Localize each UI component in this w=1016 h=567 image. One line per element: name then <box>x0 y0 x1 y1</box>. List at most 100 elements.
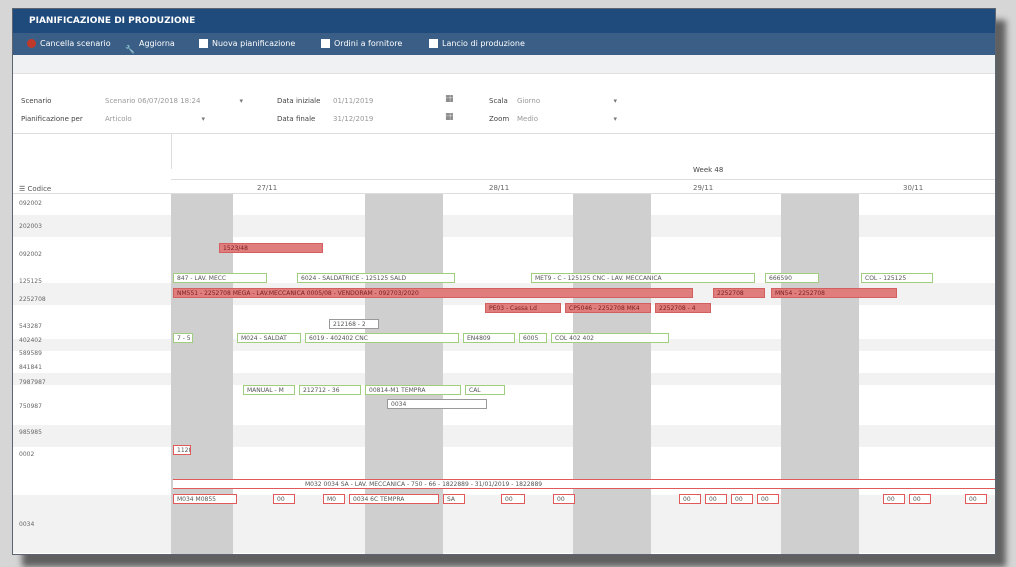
order-bar[interactable]: CP5046 - 2252708 MK4 <box>565 303 651 313</box>
zoom-label: Zoom <box>489 115 510 123</box>
order-bar[interactable]: 00 <box>679 494 701 504</box>
order-bar[interactable]: 1128 <box>173 445 191 455</box>
document-icon <box>321 39 330 48</box>
order-bar[interactable]: MN54 - 2252708 <box>771 288 897 298</box>
row-code: 2252708 <box>19 296 46 303</box>
scale-select[interactable]: Giorno ▾ <box>517 95 617 107</box>
order-bar[interactable]: M0 <box>323 494 345 504</box>
refresh-label: Aggiorna <box>138 39 175 48</box>
start-date-input[interactable]: 01/11/2019 <box>333 95 399 107</box>
new-plan-button[interactable]: Nuova pianificazione <box>199 33 295 55</box>
row-code: 750987 <box>19 403 42 410</box>
document-icon <box>429 39 438 48</box>
zoom-select[interactable]: Medio ▾ <box>517 113 617 125</box>
order-bar[interactable]: 00814-M1 TEMPRA <box>365 385 461 395</box>
chevron-down-icon: ▾ <box>239 97 243 105</box>
order-bar[interactable]: 00 <box>273 494 295 504</box>
end-date-value: 31/12/2019 <box>333 115 374 123</box>
order-bar[interactable]: 6019 - 402402 CNC <box>305 333 459 343</box>
order-bar[interactable]: 212168 - 2 <box>329 319 379 329</box>
order-bar[interactable]: M034 M0855 <box>173 494 237 504</box>
order-bar[interactable]: 0034 <box>387 399 487 409</box>
chevron-down-icon: ▾ <box>201 115 205 123</box>
toolbar: Cancella scenario 🔧Aggiorna Nuova pianif… <box>13 33 995 55</box>
row-code: 0034 <box>19 521 35 528</box>
app-window: PIANIFICAZIONE DI PRODUZIONE Cancella sc… <box>12 8 996 555</box>
day-label: 28/11 <box>489 184 510 192</box>
row-code: 125125 <box>19 278 42 285</box>
order-bar[interactable]: CAL <box>465 385 505 395</box>
day-label: 30/11 <box>903 184 924 192</box>
order-bar[interactable]: 00 <box>501 494 525 504</box>
supplier-orders-button[interactable]: Ordini a fornitore <box>321 33 402 55</box>
scenario-select[interactable]: Scenario 06/07/2018 18:24 ▾ <box>105 95 243 107</box>
order-bar[interactable]: PE03 - Cassa Ld <box>485 303 561 313</box>
order-bar[interactable]: 0034 6C TEMPRA <box>349 494 439 504</box>
order-bar[interactable]: 2252708 <box>713 288 765 298</box>
calendar-icon[interactable]: ▦ <box>445 112 454 122</box>
order-bar[interactable]: MET9 - C - 125125 CNC - LAV. MECCANICA <box>531 273 755 283</box>
page-title: PIANIFICAZIONE DI PRODUZIONE <box>13 9 995 33</box>
row-code: 7987987 <box>19 379 46 386</box>
divider <box>171 133 172 169</box>
order-bar[interactable]: 7 - 5 <box>173 333 193 343</box>
order-bar[interactable]: EN4809 <box>463 333 515 343</box>
order-bar[interactable]: 00 <box>705 494 727 504</box>
production-launch-label: Lancio di produzione <box>442 39 525 48</box>
order-bar[interactable]: 00 <box>731 494 753 504</box>
order-bar[interactable]: 6024 - SALDATRICE - 125125 SALD <box>297 273 455 283</box>
production-launch-button[interactable]: Lancio di produzione <box>429 33 525 55</box>
row-code: 202003 <box>19 223 42 230</box>
order-bar[interactable]: COL - 125125 <box>861 273 933 283</box>
order-bar[interactable]: 00 <box>553 494 575 504</box>
row-code: 841841 <box>19 364 42 371</box>
plan-by-select[interactable]: Articolo ▾ <box>105 113 205 125</box>
chevron-down-icon: ▾ <box>613 115 617 123</box>
row-code: 092002 <box>19 251 42 258</box>
row-code: 543287 <box>19 323 42 330</box>
order-bar[interactable]: 00 <box>965 494 987 504</box>
row-code: 402402 <box>19 337 42 344</box>
start-date-value: 01/11/2019 <box>333 97 374 105</box>
row-code: 092002 <box>19 200 42 207</box>
filter-form: Scenario Scenario 06/07/2018 18:24 ▾ Pian… <box>13 73 995 133</box>
order-bar[interactable]: 6005 <box>519 333 547 343</box>
order-bar[interactable]: SA <box>443 494 465 504</box>
order-bar[interactable]: 212712 - 36 <box>299 385 361 395</box>
zoom-value: Medio <box>517 115 539 123</box>
order-bar[interactable]: M024 - SALDAT <box>237 333 301 343</box>
row-code: 0002 <box>19 451 35 458</box>
order-bar[interactable]: 00 <box>909 494 931 504</box>
new-plan-label: Nuova pianificazione <box>212 39 296 48</box>
order-bar[interactable]: COL 402 402 <box>551 333 669 343</box>
row-code: 985985 <box>19 429 42 436</box>
menu-icon: ☰ <box>19 185 28 193</box>
nonworking-day <box>781 194 859 554</box>
row-code: 589589 <box>19 350 42 357</box>
supplier-orders-label: Ordini a fornitore <box>334 39 403 48</box>
day-label: 29/11 <box>693 184 714 192</box>
wrench-icon: 🔧 <box>125 45 135 54</box>
end-date-label: Data finale <box>277 115 316 123</box>
day-label: 27/11 <box>257 184 278 192</box>
order-bar[interactable]: M032 0034 SA - LAV. MECCANICA - 750 - 66… <box>173 479 995 489</box>
order-bar[interactable]: NM551 - 2252708 MEGA - LAV.MECCANICA 000… <box>173 288 693 298</box>
scenario-value: Scenario 06/07/2018 18:24 <box>105 97 201 105</box>
order-bar[interactable]: MANUAL - M <box>243 385 295 395</box>
plan-by-value: Articolo <box>105 115 132 123</box>
end-date-input[interactable]: 31/12/2019 <box>333 113 399 125</box>
order-bar[interactable]: 2252708 - 4 <box>655 303 711 313</box>
scenario-label: Scenario <box>21 97 52 105</box>
order-bar[interactable]: 666590 <box>765 273 819 283</box>
order-bar[interactable]: 847 - LAV. MECC <box>173 273 267 283</box>
divider <box>13 133 995 134</box>
calendar-icon[interactable]: ▦ <box>445 94 454 104</box>
scale-value: Giorno <box>517 97 541 105</box>
nonworking-day <box>573 194 651 554</box>
cancel-scenario-button[interactable]: Cancella scenario <box>27 33 111 55</box>
divider <box>171 179 995 180</box>
order-bar[interactable]: 1523/48 <box>219 243 323 253</box>
refresh-button[interactable]: 🔧Aggiorna <box>125 33 175 55</box>
order-bar[interactable]: 00 <box>757 494 779 504</box>
order-bar[interactable]: 00 <box>883 494 905 504</box>
